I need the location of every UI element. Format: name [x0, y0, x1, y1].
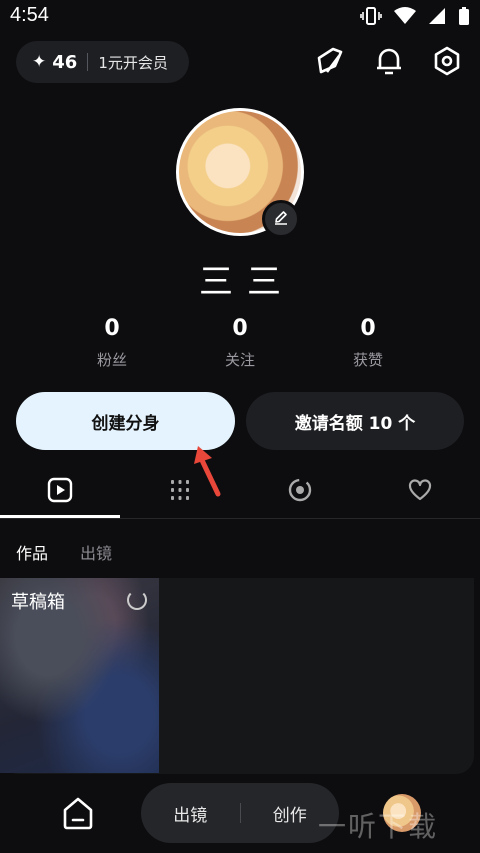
- heart-icon: [408, 479, 432, 505]
- shop-tag-icon[interactable]: [313, 44, 347, 78]
- pencil-icon: [273, 209, 289, 229]
- draft-box-label: 草稿箱: [11, 592, 65, 613]
- points-member-pill[interactable]: ✦ 46 1元开会员: [16, 41, 189, 83]
- invite-quota-button[interactable]: 邀请名额 10 个: [246, 392, 464, 450]
- stat-value: 0: [104, 316, 120, 341]
- signal-icon: [428, 7, 446, 29]
- stat-likes[interactable]: 0 获赞: [318, 316, 418, 370]
- stat-followers[interactable]: 0 粉丝: [62, 316, 162, 370]
- stat-label: 获赞: [352, 351, 383, 369]
- bell-icon[interactable]: [372, 44, 406, 78]
- subtab-appear[interactable]: 出镜: [80, 540, 112, 564]
- center-nav-pill: 出镜 创作: [141, 783, 339, 843]
- play-square-icon: [47, 477, 73, 507]
- sub-tabs: 作品 出镜: [16, 540, 112, 564]
- home-icon: [58, 797, 98, 837]
- tabs-divider: [0, 518, 480, 519]
- record-circle-icon: [287, 477, 313, 507]
- stat-label: 关注: [224, 351, 255, 369]
- loading-spinner-icon: [127, 590, 147, 610]
- profile-username: 三三: [199, 262, 295, 302]
- tab-live[interactable]: [240, 468, 360, 516]
- stat-value: 0: [232, 316, 248, 341]
- wifi-icon: [394, 7, 416, 29]
- points-count: 46: [52, 51, 78, 73]
- watermark-text: 一听下载: [318, 810, 439, 843]
- status-time: 4:54: [10, 4, 49, 26]
- subtab-works[interactable]: 作品: [16, 540, 48, 564]
- nav-appear[interactable]: 出镜: [141, 801, 240, 826]
- vibrate-icon: [360, 6, 382, 30]
- settings-icon[interactable]: [430, 44, 464, 78]
- tab-likes[interactable]: [360, 468, 480, 516]
- pill-divider: [87, 53, 89, 71]
- tab-grid[interactable]: [120, 468, 240, 516]
- sparkle-icon: ✦: [32, 52, 47, 72]
- grid-dots-icon: [168, 478, 192, 506]
- battery-icon: [458, 6, 470, 30]
- stat-label: 粉丝: [96, 351, 127, 369]
- home-nav-button[interactable]: [58, 793, 98, 833]
- draft-box-card[interactable]: 草稿箱: [0, 578, 159, 773]
- stat-value: 0: [360, 316, 376, 341]
- content-tabs: [0, 468, 480, 518]
- edit-avatar-button[interactable]: [262, 200, 300, 238]
- stat-following[interactable]: 0 关注: [190, 316, 290, 370]
- status-bar: 4:54: [0, 0, 480, 34]
- member-link[interactable]: 1元开会员: [98, 52, 168, 73]
- tab-videos[interactable]: [0, 468, 120, 516]
